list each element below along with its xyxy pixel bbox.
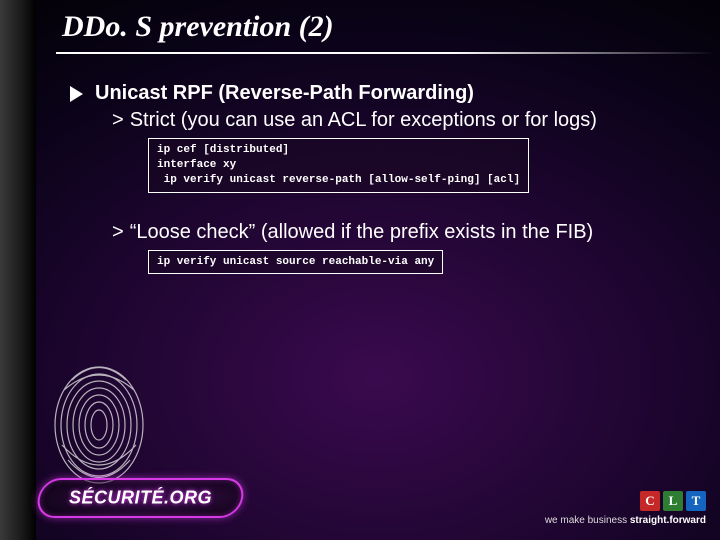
bullet-l2: > “Loose check” (allowed if the prefix e… [112, 221, 710, 244]
sidebar: BLACK HAT - AMSTERDAM 2001 [0, 0, 36, 540]
slide-title: DDo. S prevention (2) [62, 10, 334, 44]
securite-org-logo: SÉCURITÉ.ORG [38, 478, 243, 518]
clt-blocks: C L T [545, 491, 706, 511]
chevron-icon: > [112, 109, 124, 132]
bullet-l2: > Strict (you can use an ACL for excepti… [112, 109, 710, 132]
brand-tagline: we make business straight.forward [545, 515, 706, 526]
block-c: C [640, 491, 660, 511]
brand-footer: C L T we make business straight.forward [545, 491, 706, 526]
sidebar-conference-label: BLACK HAT - AMSTERDAM 2001 [0, 248, 2, 532]
bullet-text: Strict (you can use an ACL for exception… [130, 109, 597, 132]
block-t: T [686, 491, 706, 511]
arrow-icon [70, 86, 83, 102]
bullet-heading: Unicast RPF (Reverse-Path Forwarding) [95, 82, 474, 105]
slide-content: Unicast RPF (Reverse-Path Forwarding) > … [70, 82, 710, 274]
bullet-text: “Loose check” (allowed if the prefix exi… [130, 221, 594, 244]
chevron-icon: > [112, 221, 124, 244]
block-l: L [663, 491, 683, 511]
slide-body: DDo. S prevention (2) Unicast RPF (Rever… [36, 0, 720, 540]
bullet-l1: Unicast RPF (Reverse-Path Forwarding) [70, 82, 710, 105]
logo-label: SÉCURITÉ.ORG [38, 488, 243, 509]
code-block: ip cef [distributed] interface xy ip ver… [148, 138, 529, 193]
code-block: ip verify unicast source reachable-via a… [148, 250, 443, 275]
title-rule [56, 52, 716, 54]
fingerprint-icon [44, 350, 154, 490]
